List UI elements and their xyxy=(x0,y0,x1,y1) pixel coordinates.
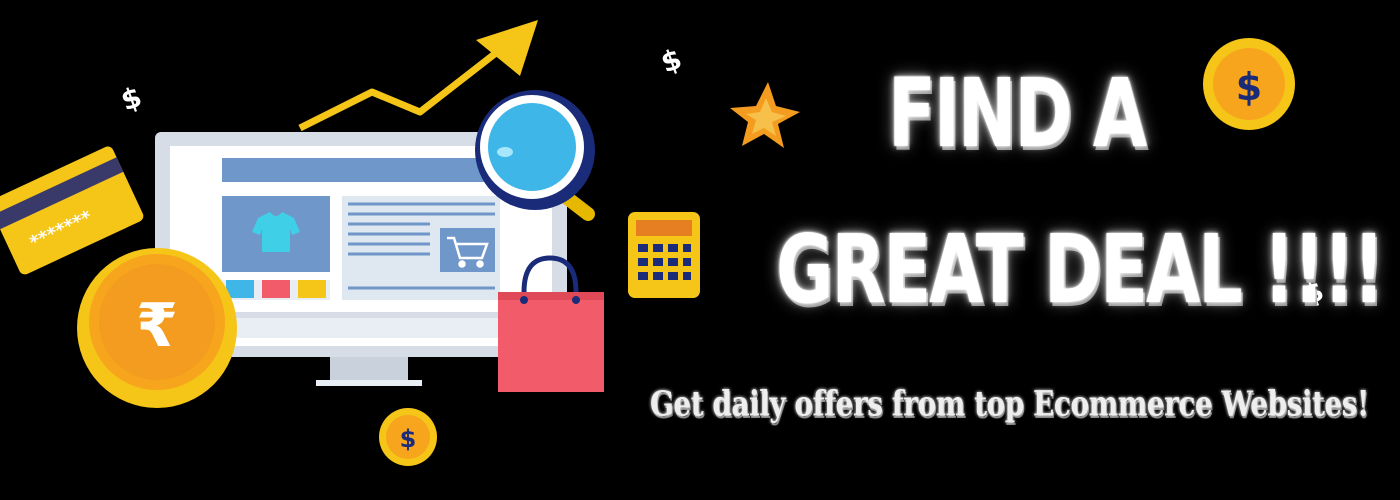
dollar-symbol-icon: $ xyxy=(656,42,686,80)
svg-text:$: $ xyxy=(1236,65,1262,109)
rupee-coin-icon: ₹ xyxy=(77,248,237,408)
calculator-icon xyxy=(628,212,700,298)
deal-banner: ******* ₹ $ $ $ $ $ FIND A GREAT DEAL !!… xyxy=(0,0,1400,500)
dollar-symbol-icon: $ xyxy=(116,80,146,118)
headline-line-1: FIND A xyxy=(888,58,1147,169)
dollar-coin-icon: $ xyxy=(1203,38,1295,130)
tagline: Get daily offers from top Ecommerce Webs… xyxy=(650,384,1369,425)
star-icon xyxy=(730,82,800,148)
svg-text:₹: ₹ xyxy=(136,291,178,361)
dollar-coin-icon: $ xyxy=(379,408,437,466)
headline-line-2: GREAT DEAL !!!! xyxy=(776,214,1385,325)
svg-text:$: $ xyxy=(400,425,417,453)
